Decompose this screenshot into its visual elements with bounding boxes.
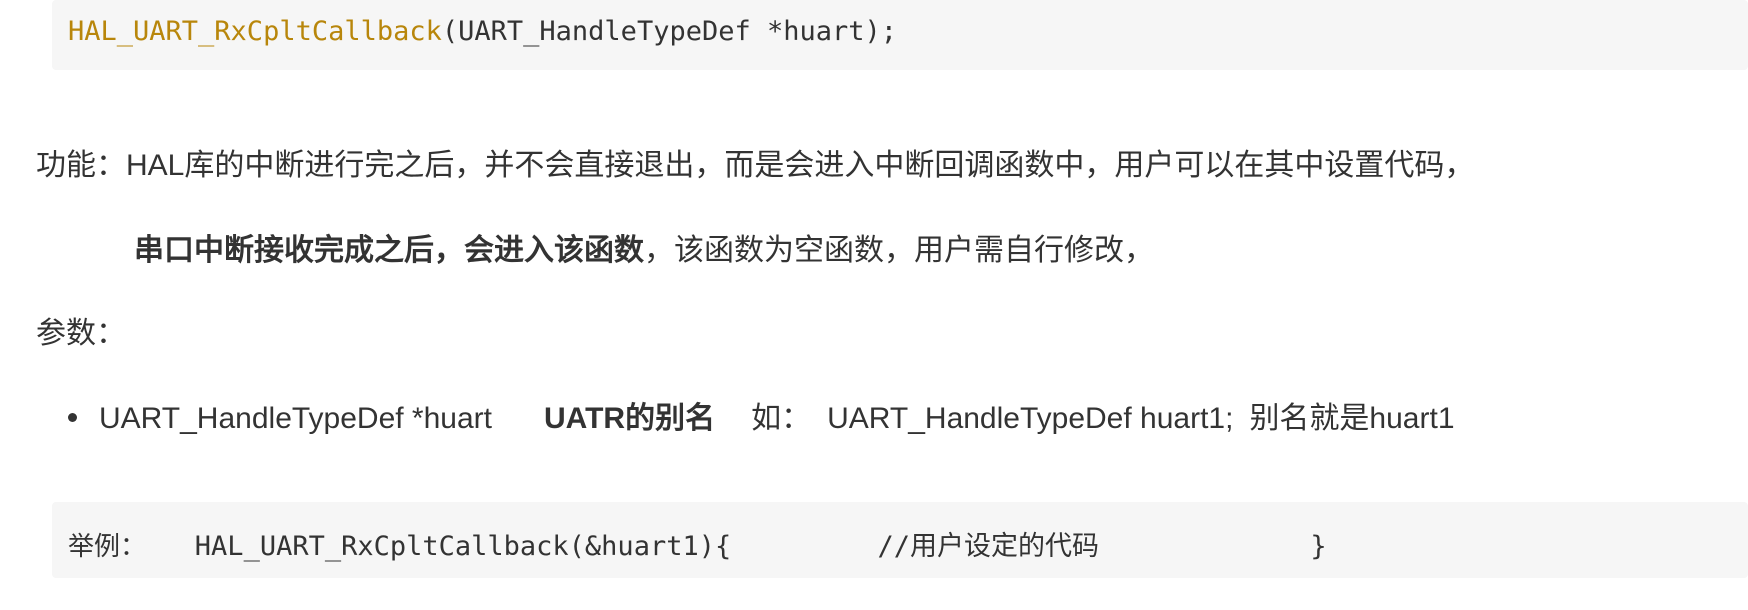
- list-item-param: UART_HandleTypeDef *huart UATR的别名 如： UART_H…: [68, 393, 1455, 437]
- param-example-label: 如：: [751, 402, 812, 435]
- param-example-code: UART_HandleTypeDef huart1;: [827, 402, 1234, 435]
- param-alias-note: 别名就是huart1: [1249, 402, 1455, 435]
- paragraph-params-heading: 参数：: [36, 317, 126, 350]
- code-line-example: 举例： HAL_UART_RxCpltCallback(&huart1){ //…: [68, 524, 1327, 563]
- function-name: HAL_UART_RxCpltCallback: [68, 16, 442, 47]
- code-line-signature: HAL_UART_RxCpltCallback(UART_HandleTypeD…: [68, 16, 897, 47]
- function-params: (UART_HandleTypeDef *huart);: [441, 16, 898, 47]
- param-bold-desc: UATR的别名: [544, 402, 716, 435]
- paragraph-function: 功能：HAL库的中断进行完之后，并不会直接退出，而是会进入中断回调函数中，用户可…: [36, 149, 1475, 182]
- description-bold: 串口中断接收完成之后，会进入该函数: [134, 234, 644, 267]
- example-call: HAL_UART_RxCpltCallback(&huart1){: [194, 531, 732, 562]
- description-normal: ，该函数为空函数，用户需自行修改，: [644, 234, 1154, 267]
- paragraph-description: 串口中断接收完成之后，会进入该函数，该函数为空函数，用户需自行修改，: [134, 225, 1154, 269]
- example-close-brace: }: [1310, 531, 1327, 562]
- param-name: UART_HandleTypeDef *huart: [99, 402, 492, 435]
- example-comment: //用户设定的代码: [877, 531, 1100, 562]
- bullet-icon: [68, 412, 77, 422]
- code-block-example: 举例： HAL_UART_RxCpltCallback(&huart1){ //…: [52, 502, 1748, 578]
- code-block-signature: HAL_UART_RxCpltCallback(UART_HandleTypeD…: [52, 0, 1748, 70]
- example-label: 举例：: [68, 532, 147, 562]
